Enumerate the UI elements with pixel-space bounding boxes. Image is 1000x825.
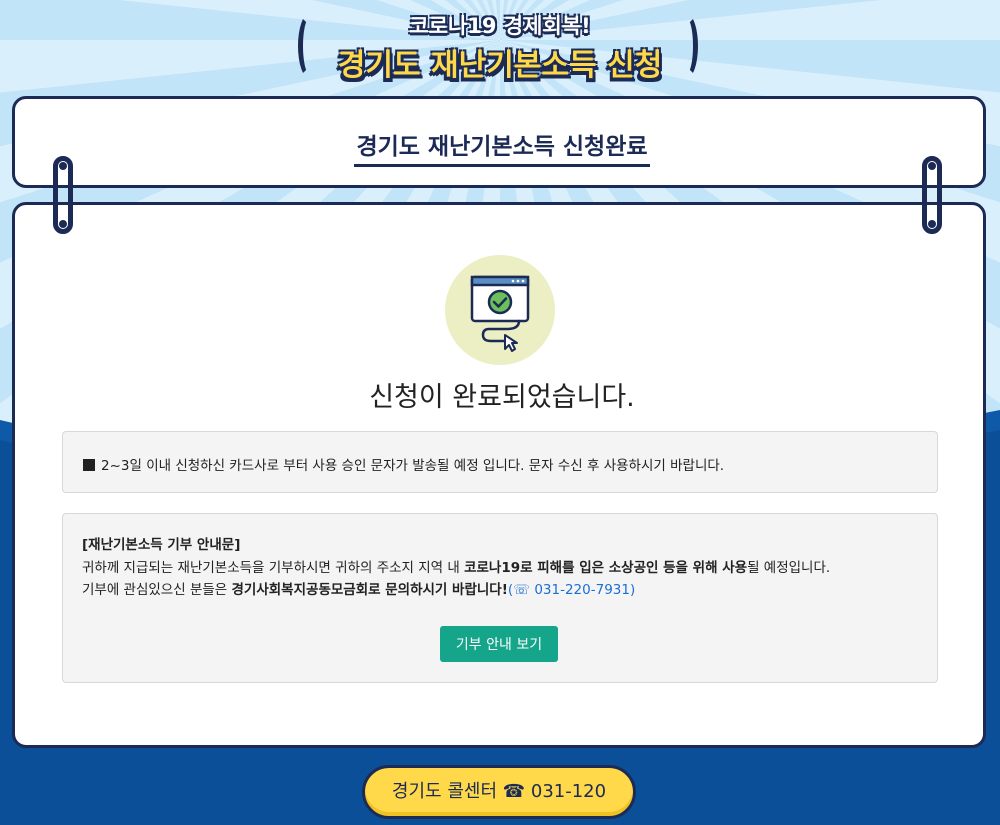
hero-subtitle: 코로나19 경제회복! [409,14,591,38]
bullet-square-icon [83,459,95,471]
browser-checkmark-cursor-icon [470,275,530,352]
page-title: 경기도 재난기본소득 신청완료 [346,123,650,167]
right-binder-ring [922,156,942,234]
complete-icon-circle [445,255,555,365]
sms-notice-box: 2~3일 이내 신청하신 카드사로 부터 사용 승인 문자가 발송될 예정 입니… [62,431,938,493]
completion-message: 신청이 완료되었습니다. [369,382,635,413]
left-binder-ring [53,156,73,234]
hero-title: 경기도 재난기본소득 신청 [337,48,663,83]
donation-info-button[interactable]: 기부 안내 보기 [440,626,558,662]
donation-info-box: [재난기본소득 기부 안내문] 귀하께 지급되는 재난기본소득을 기부하시면 귀… [62,513,938,683]
call-center-button[interactable]: 경기도 콜센터 ☎ 031-120 [362,765,636,819]
donation-line-2: 기부에 관심있으신 분들은 경기사회복지공동모금회로 문의하시기 바랍니다!(☏… [82,582,636,598]
donation-line-1: 귀하께 지급되는 재난기본소득을 기부하시면 귀하의 주소지 지역 내 코로나1… [82,559,831,576]
title-card: 경기도 재난기본소득 신청완료 [12,96,986,188]
page-title-text: 경기도 재난기본소득 신청완료 [356,134,648,160]
main-card: 신청이 완료되었습니다. 2~3일 이내 신청하신 카드사로 부터 사용 승인 … [12,202,986,748]
donation-phone-link[interactable]: (☏ 031-220-7931) [508,582,635,598]
donation-heading: [재난기본소득 기부 안내문] [82,537,241,553]
sms-notice-text: 2~3일 이내 신청하신 카드사로 부터 사용 승인 문자가 발송될 예정 입니… [101,458,725,474]
